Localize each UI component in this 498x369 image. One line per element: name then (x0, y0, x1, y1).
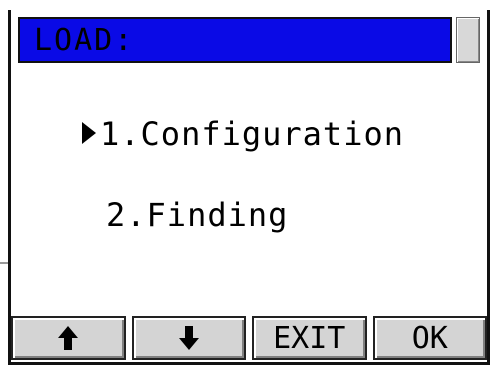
ok-button-label: OK (411, 320, 448, 356)
menu-item-label: 1.Configuration (100, 115, 404, 153)
menu-item-finding[interactable]: 2.Finding (106, 196, 288, 234)
menu-item-label: 2.Finding (106, 196, 289, 234)
arrow-down-icon (178, 326, 199, 350)
load-menu: 1.Configuration 2.Finding (0, 0, 498, 300)
up-button[interactable] (11, 316, 126, 360)
down-button[interactable] (131, 316, 246, 360)
menu-item-configuration[interactable]: 1.Configuration (82, 115, 404, 153)
arrow-up-icon (58, 326, 79, 350)
softkey-bar: EXIT OK (11, 316, 487, 360)
ok-button[interactable]: OK (372, 316, 487, 360)
exit-button-label: EXIT (273, 320, 346, 356)
exit-button[interactable]: EXIT (252, 316, 367, 360)
selection-cursor-icon (82, 122, 96, 144)
edge-tick (0, 262, 8, 264)
bottom-edge (8, 362, 490, 365)
